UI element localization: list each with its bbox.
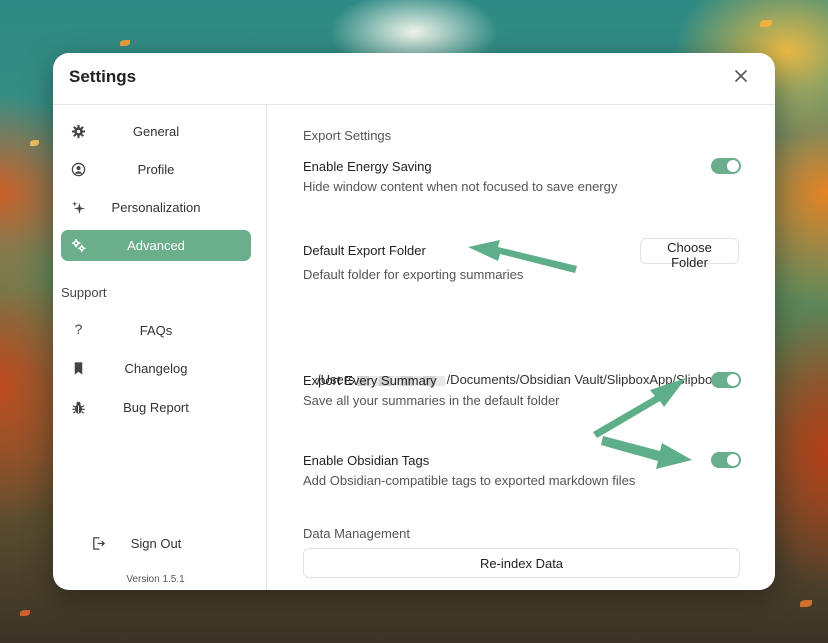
support-section-label: Support [61, 285, 107, 300]
obsidian-tags-title: Enable Obsidian Tags [303, 453, 430, 468]
sidebar-item-label: Changelog [124, 361, 188, 376]
sidebar-item-personalization[interactable]: Personalization [61, 192, 251, 223]
sidebar-item-advanced[interactable]: Advanced [61, 230, 251, 261]
export-every-summary-description: Save all your summaries in the default f… [303, 393, 560, 408]
choose-folder-button[interactable]: Choose Folder [640, 238, 739, 270]
sidebar-item-changelog[interactable]: Changelog [61, 353, 251, 384]
settings-dialog: Settings General Profile Personalization [53, 53, 775, 590]
export-settings-heading: Export Settings [303, 128, 392, 143]
export-every-summary-title: Export Every Summary [303, 373, 437, 388]
sidebar-item-profile[interactable]: Profile [61, 154, 251, 185]
export-every-summary-toggle[interactable] [711, 372, 741, 388]
energy-saving-description: Hide window content when not focused to … [303, 179, 618, 194]
default-folder-title: Default Export Folder [303, 243, 426, 258]
leaf-decoration [760, 20, 772, 27]
settings-content: Export Settings Enable Energy Saving Hid… [267, 105, 775, 590]
sidebar-item-label: Personalization [111, 200, 201, 215]
sidebar-item-label: Bug Report [123, 400, 189, 415]
sign-out-button[interactable]: Sign Out [61, 528, 251, 559]
sidebar-item-label: FAQs [139, 323, 173, 338]
sign-out-label: Sign Out [130, 536, 182, 551]
energy-saving-toggle[interactable] [711, 158, 741, 174]
leaf-decoration [800, 600, 812, 607]
sidebar-item-bug-report[interactable]: Bug Report [61, 392, 251, 423]
sidebar-item-label: General [132, 124, 180, 139]
leaf-decoration [120, 40, 130, 46]
leaf-decoration [30, 140, 39, 146]
path-suffix: /Documents/Obsidian Vault/SlipboxApp/Sli… [446, 372, 719, 387]
sidebar-item-label: Advanced [127, 238, 185, 253]
obsidian-tags-description: Add Obsidian-compatible tags to exported… [303, 473, 636, 488]
dialog-header: Settings [53, 53, 775, 105]
leaf-decoration [20, 610, 30, 616]
obsidian-tags-toggle[interactable] [711, 452, 741, 468]
close-icon[interactable] [733, 68, 749, 84]
version-label: Version 1.5.1 [126, 574, 185, 585]
sidebar-item-label: Profile [137, 162, 175, 177]
dialog-title: Settings [69, 67, 137, 86]
reindex-data-button[interactable]: Re-index Data [303, 548, 740, 578]
energy-saving-title: Enable Energy Saving [303, 159, 432, 174]
sidebar-item-general[interactable]: General [61, 116, 251, 147]
default-folder-description: Default folder for exporting summaries [303, 267, 524, 282]
sidebar-item-faqs[interactable]: ? FAQs [61, 315, 251, 346]
data-management-heading: Data Management [303, 526, 410, 541]
